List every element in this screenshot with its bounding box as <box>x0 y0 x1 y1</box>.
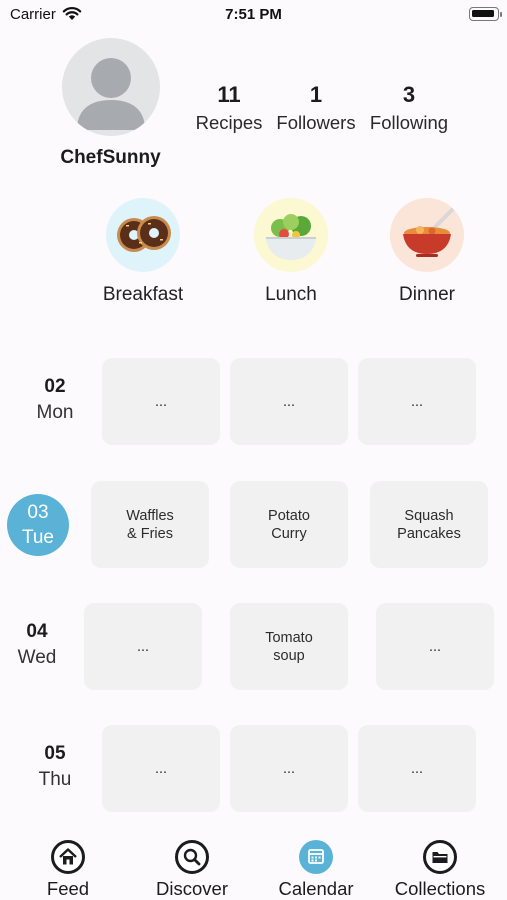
meal-slot[interactable]: ... <box>376 603 494 690</box>
meal-slot[interactable]: ... <box>358 358 476 445</box>
salad-icon <box>254 198 328 272</box>
meal-slot-text: ... <box>282 760 296 777</box>
day-name: Wed <box>17 647 57 668</box>
meal-slot-text: Tomato soup <box>265 629 313 664</box>
meal-slot-text: Squash Pancakes <box>397 507 461 542</box>
tab-calendar-active[interactable]: Calendar <box>270 840 362 900</box>
tab-label: Feed <box>46 878 90 899</box>
stat-recipes[interactable]: 11 Recipes <box>190 82 268 134</box>
meal-slot[interactable]: ... <box>358 725 476 812</box>
battery-icon <box>469 7 502 21</box>
curry-bowl-icon <box>390 198 464 272</box>
day-number: 03 <box>27 502 49 523</box>
tab-discover[interactable]: Discover <box>146 840 238 900</box>
day-name: Thu <box>38 769 72 790</box>
tab-feed[interactable]: Feed <box>28 840 108 900</box>
meal-slot[interactable]: ... <box>102 358 220 445</box>
meal-slot-text: Potato Curry <box>268 507 310 542</box>
donuts-icon <box>106 198 180 272</box>
meal-slot[interactable]: Potato Curry <box>230 481 348 568</box>
meal-type-breakfast[interactable]: Breakfast <box>73 198 213 306</box>
meal-type-lunch[interactable]: Lunch <box>221 198 361 306</box>
day-name: Tue <box>21 527 55 548</box>
meal-slot-text: Waffles & Fries <box>126 507 174 542</box>
meal-type-dinner[interactable]: Dinner <box>357 198 497 306</box>
day-number: 05 <box>44 743 66 764</box>
stat-following[interactable]: 3 Following <box>364 82 454 134</box>
meal-slot[interactable]: Waffles & Fries <box>91 481 209 568</box>
meal-slot[interactable]: Squash Pancakes <box>370 481 488 568</box>
meal-type-label: Dinner <box>399 284 455 305</box>
meal-slot-text: ... <box>154 393 168 410</box>
meal-slot-text: ... <box>154 760 168 777</box>
stat-count: 3 <box>402 82 416 107</box>
day-label-tue-selected[interactable]: 03 Tue <box>7 494 69 556</box>
meal-type-label: Lunch <box>265 284 317 305</box>
meal-slot-text: ... <box>136 638 150 655</box>
day-name: Mon <box>36 402 74 423</box>
stat-label: Recipes <box>195 112 263 133</box>
day-number: 02 <box>44 376 66 397</box>
home-icon <box>51 840 85 874</box>
status-bar: Carrier 7:51 PM <box>0 0 507 30</box>
clock: 7:51 PM <box>225 6 282 23</box>
folder-icon <box>423 840 457 874</box>
day-label-wed[interactable]: 04 Wed <box>0 621 77 669</box>
person-silhouette-icon <box>77 58 145 130</box>
stat-label: Followers <box>276 112 356 133</box>
profile-username: ChefSunny <box>60 147 161 168</box>
tab-label: Discover <box>156 878 228 899</box>
tab-label: Collections <box>394 878 486 899</box>
meal-slot[interactable]: ... <box>102 725 220 812</box>
meal-slot-text: ... <box>410 393 424 410</box>
stat-count: 11 <box>217 82 241 107</box>
day-label-thu[interactable]: 05 Thu <box>15 743 95 791</box>
meal-slot[interactable]: ... <box>84 603 202 690</box>
stat-followers[interactable]: 1 Followers <box>271 82 361 134</box>
magnifier-icon <box>175 840 209 874</box>
day-number: 04 <box>26 621 48 642</box>
avatar[interactable] <box>62 38 160 136</box>
meal-slot-text: ... <box>428 638 442 655</box>
meal-type-label: Breakfast <box>102 284 184 305</box>
tab-collections[interactable]: Collections <box>385 840 495 900</box>
stat-count: 1 <box>309 82 323 107</box>
meal-slot-text: ... <box>282 393 296 410</box>
meal-slot[interactable]: ... <box>230 725 348 812</box>
stat-label: Following <box>369 112 449 133</box>
tab-label: Calendar <box>278 878 354 899</box>
day-label-mon[interactable]: 02 Mon <box>15 376 95 424</box>
meal-slot-text: ... <box>410 760 424 777</box>
calendar-icon <box>299 840 333 874</box>
meal-slot[interactable]: Tomato soup <box>230 603 348 690</box>
meal-slot[interactable]: ... <box>230 358 348 445</box>
